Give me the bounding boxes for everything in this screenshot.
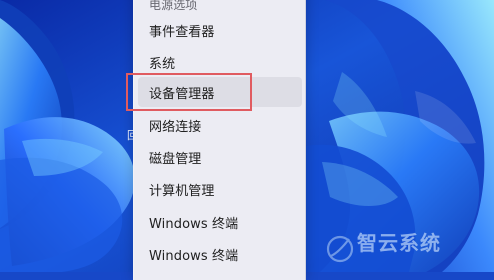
menu-item-disk-management[interactable]: 磁盘管理 bbox=[138, 142, 302, 172]
watermark-text: 智云系统 bbox=[357, 231, 441, 255]
menu-item-windows-terminal[interactable]: Windows 终端 bbox=[138, 207, 302, 237]
menu-item-system[interactable]: 系统 bbox=[138, 47, 302, 77]
menu-item-device-manager[interactable]: 设备管理器 bbox=[138, 77, 302, 107]
menu-item-network-connections[interactable]: 网络连接 bbox=[138, 110, 302, 140]
menu-item-event-viewer[interactable]: 事件查看器 bbox=[138, 15, 302, 45]
menu-item-computer-management[interactable]: 计算机管理 bbox=[138, 174, 302, 204]
menu-item-windows-terminal-admin[interactable]: Windows 终端 bbox=[138, 239, 302, 269]
winx-context-menu: 电源选项 事件查看器 系统 设备管理器 网络连接 磁盘管理 计算机管理 Wind… bbox=[133, 0, 306, 280]
